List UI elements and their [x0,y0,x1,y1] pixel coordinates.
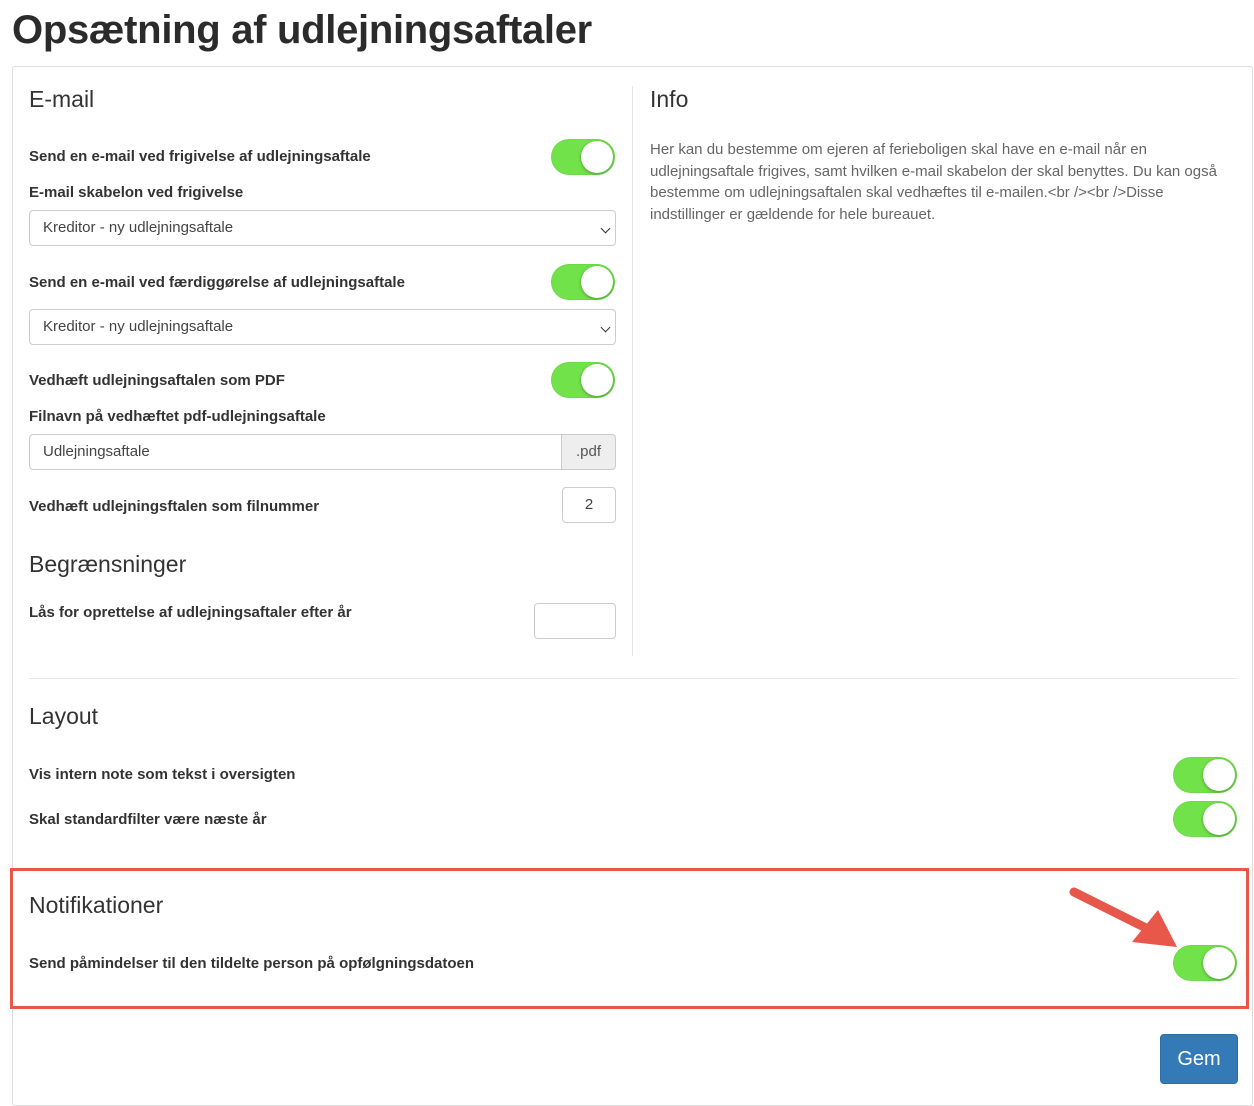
completion-template-value: Kreditor - ny udlejningsaftale [43,318,234,335]
pdf-filename-label: Filnavn på vedhæftet pdf-udlejningsaftal… [29,408,326,425]
page-title: Opsætning af udlejningsaftaler [12,8,592,52]
info-section-title: Info [650,86,689,112]
chevron-down-icon [600,223,611,234]
completion-email-toggle[interactable] [551,264,615,300]
file-number-input[interactable]: 2 [562,487,616,523]
notifications-section-title: Notifikationer [29,892,164,918]
toggle-knob [1203,803,1235,835]
attach-pdf-toggle[interactable] [551,362,615,398]
reminder-label: Send påmindelser til den tildelte person… [29,955,475,972]
release-email-toggle[interactable] [551,139,615,175]
section-divider [29,678,1238,679]
pdf-filename-value: Udlejningsaftale [43,443,150,460]
internal-note-label: Vis intern note som tekst i oversigten [29,766,296,783]
file-number-value: 2 [584,496,594,513]
file-number-label: Vedhæft udlejningsftalen som filnummer [29,498,320,515]
toggle-knob [581,266,613,298]
toggle-knob [1203,759,1235,791]
release-email-label: Send en e-mail ved frigivelse af udlejni… [29,148,371,165]
info-text: Her kan du bestemme om ejeren af feriebo… [650,141,1217,223]
toggle-knob [581,141,613,173]
save-button[interactable]: Gem [1160,1034,1238,1084]
internal-note-toggle[interactable] [1173,757,1237,793]
layout-section-title: Layout [29,703,99,729]
default-filter-toggle[interactable] [1173,801,1237,837]
completion-template-select[interactable]: Kreditor - ny udlejningsaftale [29,309,616,345]
pdf-extension-addon: .pdf [562,434,616,470]
lock-year-input[interactable] [534,603,616,639]
column-divider [632,86,633,656]
chevron-down-icon [600,322,611,333]
attach-pdf-label: Vedhæft udlejningsaftalen som PDF [29,372,285,389]
pdf-filename-input[interactable]: Udlejningsaftale [29,434,562,470]
release-template-value: Kreditor - ny udlejningsaftale [43,219,234,236]
annotation-arrow-icon [1069,887,1177,947]
lock-year-label: Lås for oprettelse af udlejningsaftaler … [29,604,352,621]
restrictions-section-title: Begrænsninger [29,551,187,577]
email-section-title: E-mail [29,86,95,112]
release-template-label: E-mail skabelon ved frigivelse [29,184,244,201]
default-filter-label: Skal standardfilter være næste år [29,811,267,828]
toggle-knob [581,364,613,396]
toggle-knob [1203,947,1235,979]
completion-email-label: Send en e-mail ved færdiggørelse af udle… [29,274,405,291]
release-template-select[interactable]: Kreditor - ny udlejningsaftale [29,210,616,246]
